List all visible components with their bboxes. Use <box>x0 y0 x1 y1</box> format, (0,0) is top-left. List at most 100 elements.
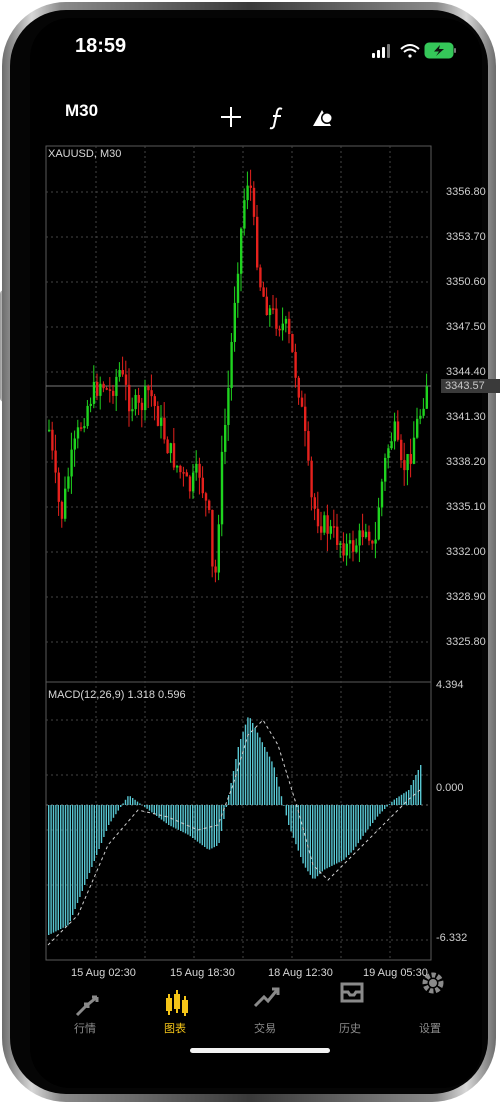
macd-label: MACD(12,26,9) 1.318 0.596 <box>48 689 186 701</box>
macd-histogram-bar <box>91 805 93 867</box>
candle-body <box>140 402 144 411</box>
macd-histogram-bar <box>230 783 232 805</box>
macd-histogram-bar <box>57 805 59 931</box>
macd-histogram-bar <box>302 805 304 864</box>
macd-histogram-bar <box>110 805 112 822</box>
macd-histogram-bar <box>228 795 230 805</box>
candle-body <box>92 381 96 404</box>
candle-body <box>188 476 192 492</box>
candle-body <box>195 463 198 473</box>
macd-histogram-bar <box>81 805 83 891</box>
macd-histogram-bar <box>410 785 412 805</box>
macd-scale-bottom: -6.332 <box>436 932 468 944</box>
candle-body <box>83 426 86 429</box>
macd-histogram-bar <box>64 805 67 927</box>
candle-body <box>211 509 214 567</box>
bottom-nav: 行情 图表 交易 历史 设置 <box>30 960 480 1050</box>
candle-body <box>329 526 332 534</box>
current-price-label: 3343.57 <box>441 379 500 393</box>
macd-histogram-bar <box>67 805 69 926</box>
macd-histogram-bar <box>420 765 422 805</box>
candle-body <box>316 508 320 527</box>
price-tick-label: 3338.20 <box>446 456 486 468</box>
candle-body <box>201 477 204 494</box>
macd-histogram-bar <box>108 805 110 825</box>
candle-body <box>230 341 233 389</box>
macd-histogram-bar <box>261 742 263 805</box>
macd-histogram-bar <box>391 801 393 805</box>
candle-body <box>217 524 220 573</box>
candle-body <box>60 501 64 519</box>
macd-histogram-bar <box>417 770 419 805</box>
candle-body <box>390 441 393 449</box>
candle-body <box>169 443 172 454</box>
macd-histogram-bar <box>321 805 323 872</box>
price-tick-label: 3328.90 <box>446 591 486 603</box>
candle-body <box>198 463 201 478</box>
macd-histogram-bar <box>324 805 326 870</box>
candle-body <box>112 390 115 396</box>
candle-body <box>163 417 166 440</box>
candle-body <box>57 472 60 502</box>
macd-histogram-bar <box>266 751 268 805</box>
candle-body <box>412 437 416 464</box>
macd-histogram-bar <box>336 805 338 864</box>
candle-body <box>339 543 342 545</box>
macd-histogram-bar <box>146 805 148 809</box>
macd-histogram-bar <box>201 805 203 846</box>
macd-histogram-bar <box>271 761 273 805</box>
macd-histogram-bar <box>129 796 131 805</box>
macd-histogram-bar <box>100 805 103 843</box>
candle-body <box>160 417 163 426</box>
candle-body <box>323 515 326 533</box>
candle-body <box>108 389 112 391</box>
macd-histogram-bar <box>352 805 355 851</box>
candle-body <box>227 388 230 425</box>
macd-histogram-bar <box>74 805 76 909</box>
macd-histogram-bar <box>189 805 191 837</box>
macd-histogram-bar <box>117 805 119 811</box>
candle-body <box>124 374 128 385</box>
candle-body <box>275 308 278 329</box>
candle-body <box>128 384 131 412</box>
candle-body <box>176 465 179 468</box>
candle-body <box>192 472 195 492</box>
macd-histogram-bar <box>362 805 364 836</box>
macd-histogram-bar <box>235 759 237 805</box>
macd-histogram-bar <box>388 804 391 805</box>
price-tick-label: 3332.00 <box>446 546 486 558</box>
macd-histogram-bar <box>381 805 383 812</box>
macd-histogram-bar <box>259 737 261 805</box>
candle-body <box>208 500 211 510</box>
macd-histogram-bar <box>405 791 407 805</box>
candle-body <box>358 530 361 546</box>
macd-histogram-bar <box>196 805 199 842</box>
macd-histogram-bar <box>396 798 398 805</box>
candle-body <box>99 383 102 396</box>
macd-histogram-bar <box>273 767 275 805</box>
candle-body <box>406 454 409 471</box>
candle-body <box>115 376 118 396</box>
candle-body <box>384 457 387 482</box>
macd-histogram-bar <box>232 771 235 805</box>
macd-histogram-bar <box>144 805 146 807</box>
candle-body <box>249 185 252 188</box>
candle-body <box>377 507 380 540</box>
nav-settings-label: 设置 <box>419 1023 441 1035</box>
nav-history-label: 历史 <box>339 1023 361 1035</box>
candle-body <box>342 543 345 556</box>
macd-histogram-bar <box>268 756 271 805</box>
macd-histogram-bar <box>115 805 117 815</box>
price-tick-label: 3353.70 <box>446 231 486 243</box>
history-icon <box>340 982 364 1003</box>
macd-histogram-bar <box>326 805 328 869</box>
candle-body <box>70 449 73 477</box>
macd-histogram-bar <box>120 805 122 807</box>
macd-histogram-bar <box>408 790 410 805</box>
macd-histogram-bar <box>165 805 167 824</box>
settings-icon <box>422 972 444 994</box>
macd-histogram-bar <box>112 805 115 818</box>
chart-svg[interactable] <box>0 0 500 1106</box>
macd-histogram-bar <box>60 805 62 929</box>
macd-histogram-bar <box>124 799 127 805</box>
